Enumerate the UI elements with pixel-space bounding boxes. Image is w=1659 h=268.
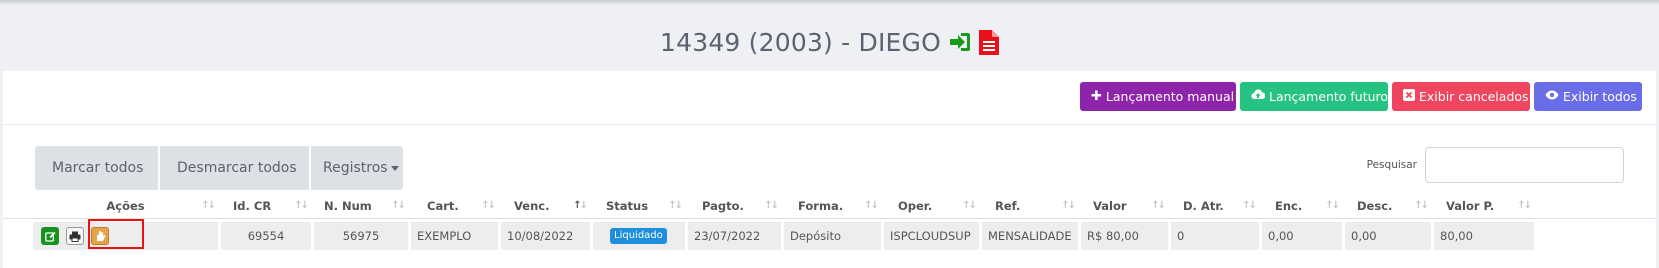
sort-icon: ↑↓ [1517,200,1532,211]
cell-desc: 0,00 [1345,222,1431,250]
sort-icon: ↑↓ [391,200,406,211]
records-dropdown-button[interactable]: Registros [311,146,403,190]
cell-enc: 0,00 [1262,222,1342,250]
plus-icon: ✚ [1091,89,1102,104]
column-header-id-cr[interactable]: Id. CR ↑↓ [221,194,311,218]
column-label: Oper. [898,199,933,213]
card-toolbar: ✚ Lançamento manual Lançamento futuro Ex… [3,71,1656,125]
edit-icon [44,231,56,242]
sort-icon: ↑↓ [1151,200,1166,211]
column-header-n-num[interactable]: N. Num ↑↓ [314,194,408,218]
column-label: Status [606,199,649,213]
column-header-status[interactable]: Status ↑↓ [593,194,685,218]
page-title: 14349 (2003) - DIEGO [660,27,941,57]
edit-button[interactable] [41,227,59,245]
column-label: N. Num [324,199,372,213]
cell-ref: MENSALIDADE [982,222,1078,250]
column-header-valor[interactable]: Valor ↑↓ [1081,194,1168,218]
column-header-acoes[interactable]: Ações ↑↓ [33,194,218,218]
column-label: Cart. [427,199,459,213]
column-label: Venc. [514,199,550,213]
toolbar-buttons: ✚ Lançamento manual Lançamento futuro Ex… [1080,82,1642,111]
cell-oper: ISPCLOUDSUP [884,222,979,250]
column-header-ref[interactable]: Ref. ↑↓ [982,194,1078,218]
show-cancelled-button[interactable]: Exibir cancelados [1392,82,1530,111]
cell-forma: Depósito [784,222,881,250]
column-label: Valor [1093,199,1127,213]
status-badge: Liquidado [610,228,667,244]
cell-pagto: 23/07/2022 [688,222,781,250]
print-button[interactable] [66,227,84,245]
sort-icon: ↑↓ [962,200,977,211]
cell-valor: R$ 80,00 [1081,222,1168,250]
search-area: Pesquisar [1367,147,1624,183]
highlight-box [88,219,144,249]
unmark-all-button[interactable]: Desmarcar todos [160,146,309,190]
caret-down-icon [390,165,399,171]
column-label: Ações [106,199,145,213]
pdf-file-icon[interactable] [979,29,999,55]
cell-venc: 10/08/2022 [501,222,590,250]
manual-entry-label: Lançamento manual [1105,89,1235,104]
column-label: Valor P. [1446,199,1495,213]
column-label: Id. CR [233,199,272,213]
sort-icon: ↑↓ [573,200,588,211]
mark-all-button[interactable]: Marcar todos [35,146,158,190]
table-header: Ações ↑↓ Id. CR ↑↓ N. Num ↑↓ Cart. ↑↓ Venc. ↑… [3,194,1656,219]
column-label: Forma. [798,199,844,213]
search-label: Pesquisar [1366,159,1417,171]
column-header-valor-p[interactable]: Valor P. ↑↓ [1434,194,1534,218]
cell-id-cr: 69554 [221,222,311,250]
sort-icon: ↑↓ [1061,200,1076,211]
sign-in-icon[interactable] [949,32,971,52]
row-actions-cell [33,219,218,250]
x-box-icon [1403,88,1415,105]
table-row: 69554 56975 EXEMPLO 10/08/2022 Liquidado… [3,219,1656,250]
cell-valor-p: 80,00 [1434,222,1534,250]
sort-icon: ↑↓ [1414,200,1429,211]
sort-icon: ↑↓ [864,200,879,211]
column-label: Enc. [1275,199,1303,213]
content-card: ✚ Lançamento manual Lançamento futuro Ex… [3,71,1656,268]
column-label: Desc. [1357,199,1393,213]
selection-button-group: Marcar todos Desmarcar todos Registros [35,146,403,190]
future-entry-label: Lançamento futuro [1269,89,1389,104]
sort-icon: ↑↓ [668,200,683,211]
cell-n-num: 56975 [314,222,408,250]
column-label: Pagto. [702,199,744,213]
manual-entry-button[interactable]: ✚ Lançamento manual [1080,82,1236,111]
column-header-pagto[interactable]: Pagto. ↑↓ [688,194,781,218]
show-all-button[interactable]: Exibir todos [1534,82,1642,111]
cell-cart: EXEMPLO [411,222,498,250]
future-entry-button[interactable]: Lançamento futuro [1240,82,1388,111]
column-header-forma[interactable]: Forma. ↑↓ [784,194,881,218]
sort-icon: ↑↓ [764,200,779,211]
show-cancelled-label: Exibir cancelados [1419,89,1529,104]
page-header: 14349 (2003) - DIEGO [0,22,1659,62]
sort-icon: ↑↓ [201,200,216,211]
print-icon [69,231,81,242]
records-label: Registros [323,160,388,176]
show-all-label: Exibir todos [1563,89,1637,104]
column-header-cart[interactable]: Cart. ↑↓ [411,194,498,218]
cell-status: Liquidado [593,222,685,250]
column-label: Ref. [995,199,1021,213]
column-header-oper[interactable]: Oper. ↑↓ [884,194,979,218]
cloud-upload-icon [1251,89,1266,104]
cell-d-atr: 0 [1171,222,1259,250]
column-header-d-atr[interactable]: D. Atr. ↑↓ [1171,194,1259,218]
sort-icon: ↑↓ [1325,200,1340,211]
column-label: D. Atr. [1183,199,1224,213]
column-header-enc[interactable]: Enc. ↑↓ [1262,194,1342,218]
eye-icon [1545,89,1559,104]
search-input[interactable] [1425,147,1624,183]
column-header-desc[interactable]: Desc. ↑↓ [1345,194,1431,218]
column-header-venc[interactable]: Venc. ↑↓ [501,194,590,218]
top-shadow [0,0,1659,5]
sort-icon: ↑↓ [294,200,309,211]
sort-icon: ↑↓ [1242,200,1257,211]
sort-icon: ↑↓ [481,200,496,211]
